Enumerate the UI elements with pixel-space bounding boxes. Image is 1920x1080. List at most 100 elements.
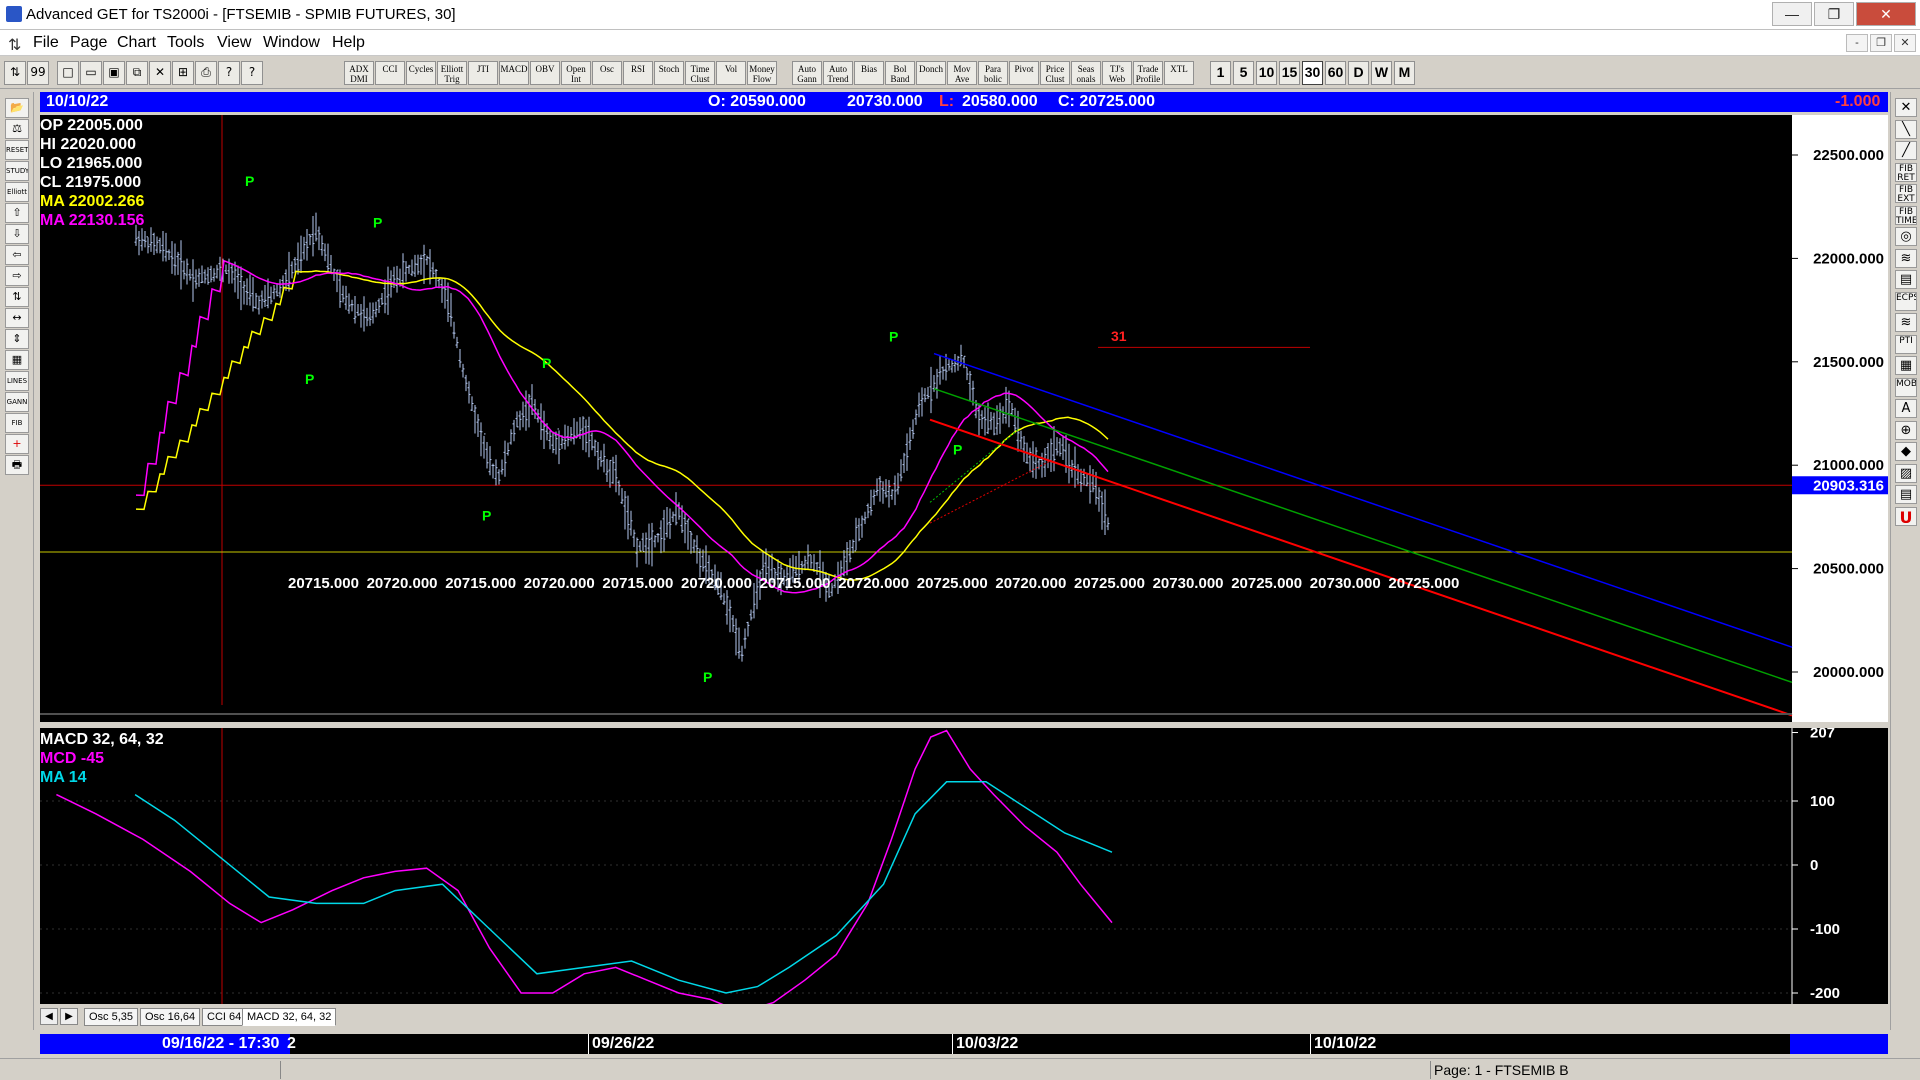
period-button-10[interactable]: 10 [1256, 61, 1277, 85]
price-chart-panel[interactable]: P P P P P P P P 31 20715.000 20720.000 20715.000 207… [40, 115, 1888, 722]
study-button-seas-onals[interactable]: Seas onals [1071, 61, 1101, 85]
study-button-elliott-trig[interactable]: Elliott Trig [437, 61, 467, 85]
period-button-15[interactable]: 15 [1279, 61, 1300, 85]
toolbar-icon-button[interactable]: ⎙ [195, 61, 217, 85]
tool-x[interactable]: ⇨ [5, 266, 29, 286]
toolbar-icon-button[interactable]: ⇅ [4, 61, 26, 85]
tool-x[interactable]: ✕ [1895, 98, 1917, 117]
tool-fib[interactable]: FIB [5, 413, 29, 433]
tab-prev-button[interactable]: ◀ [40, 1008, 58, 1025]
tool-pti[interactable]: PTI [1895, 334, 1917, 354]
period-button-60[interactable]: 60 [1325, 61, 1346, 85]
study-button-obv[interactable]: OBV [530, 61, 560, 85]
macd-panel[interactable]: 207 100 0 -100 -200 MACD 32, 64, 32 MCD -45 … [40, 728, 1888, 1004]
menu-page[interactable]: Page [70, 34, 107, 52]
document-icon[interactable]: ⇅ [8, 35, 21, 55]
tool-fib-ret[interactable]: FIB RET [1895, 162, 1917, 182]
close-button[interactable]: ✕ [1856, 2, 1916, 26]
study-button-jti[interactable]: JTI [468, 61, 498, 85]
tool-u[interactable]: U [1895, 506, 1917, 526]
tool-fib-time[interactable]: FIB TIME [1895, 205, 1917, 225]
toolbar-icon-button[interactable]: ⊞ [172, 61, 194, 85]
study-button-tj-s-web[interactable]: TJ's Web [1102, 61, 1132, 85]
study-button-osc[interactable]: Osc [592, 61, 622, 85]
tool-x[interactable]: ⇕ [5, 329, 29, 349]
toolbar-icon-button[interactable]: ▣ [103, 61, 125, 85]
tool-x[interactable]: ⇧ [5, 203, 29, 223]
mdi-minimize-button[interactable]: - [1846, 34, 1868, 52]
tool-x[interactable]: ╱ [1895, 141, 1917, 160]
tool-x[interactable]: ▦ [5, 350, 29, 370]
study-button-bol-band[interactable]: Bol Band [885, 61, 915, 85]
tool-elliott[interactable]: Elliott [5, 182, 29, 202]
tool-x[interactable]: ▨ [1895, 463, 1917, 483]
tool-gann[interactable]: GANN [5, 392, 29, 412]
toolbar-icon-button[interactable]: 99 [27, 61, 49, 85]
toolbar-icon-button[interactable]: ⧉ [126, 61, 148, 85]
menu-chart[interactable]: Chart [117, 34, 156, 52]
tool-x[interactable]: ⇩ [5, 224, 29, 244]
restore-button[interactable]: ❐ [1814, 2, 1854, 26]
tool-x[interactable]: 🖶 [5, 455, 29, 475]
study-button-donch[interactable]: Donch [916, 61, 946, 85]
toolbar-icon-button[interactable]: ✕ [149, 61, 171, 85]
tool-x[interactable]: ◎ [1895, 227, 1917, 246]
mdi-close-button[interactable]: ✕ [1894, 34, 1916, 52]
tool-x[interactable]: ↔ [5, 308, 29, 328]
study-button-macd[interactable]: MACD [499, 61, 529, 85]
study-button-open-int[interactable]: Open Int [561, 61, 591, 85]
study-button-adx-dmi[interactable]: ADX DMI [344, 61, 374, 85]
tool-a[interactable]: A [1895, 399, 1917, 418]
menu-view[interactable]: View [217, 34, 251, 52]
study-button-stoch[interactable]: Stoch [654, 61, 684, 85]
tool-x[interactable]: ⇦ [5, 245, 29, 265]
tool-x[interactable]: ⇅ [5, 287, 29, 307]
study-button-money-flow[interactable]: Money Flow [747, 61, 777, 85]
study-button-cci[interactable]: CCI [375, 61, 405, 85]
date-axis[interactable]: 09/16/22 - 17:30 2 09/26/22 10/03/22 10/… [40, 1034, 1888, 1054]
tab-cci-64[interactable]: CCI 64 [202, 1008, 247, 1026]
tab-osc-5-35[interactable]: Osc 5,35 [84, 1008, 139, 1026]
tool-x[interactable]: ◆ [1895, 442, 1917, 461]
menu-file[interactable]: File [33, 34, 59, 52]
period-button-5[interactable]: 5 [1233, 61, 1254, 85]
study-button-auto-trend[interactable]: Auto Trend [823, 61, 853, 85]
minimize-button[interactable]: — [1772, 2, 1812, 26]
toolbar-icon-button[interactable]: ▭ [80, 61, 102, 85]
tool-fib-ext[interactable]: FIB EXT [1895, 184, 1917, 203]
tool-x[interactable]: ▤ [1895, 485, 1917, 504]
tab-macd-32-64-32[interactable]: MACD 32, 64, 32 [242, 1008, 337, 1026]
study-button-mov-ave[interactable]: Mov Ave [947, 61, 977, 85]
study-button-bias[interactable]: Bias [854, 61, 884, 85]
toolbar-icon-button[interactable]: ? [218, 61, 240, 85]
tool-x[interactable]: ⚖ [5, 119, 29, 139]
tool-x[interactable]: + [5, 434, 29, 454]
toolbar-icon-button[interactable]: ? [241, 61, 263, 85]
period-button-30[interactable]: 30 [1302, 61, 1323, 85]
tool-x[interactable]: ⊕ [1895, 420, 1917, 440]
tool-x[interactable]: 📂 [5, 98, 29, 118]
tool-x[interactable]: ╲ [1895, 119, 1917, 139]
menu-help[interactable]: Help [332, 34, 365, 52]
study-button-cycles[interactable]: Cycles [406, 61, 436, 85]
tool-x[interactable]: ▤ [1895, 270, 1917, 289]
tool-lines[interactable]: LINES [5, 371, 29, 391]
study-button-rsi[interactable]: RSI [623, 61, 653, 85]
study-button-auto-gann[interactable]: Auto Gann [792, 61, 822, 85]
study-button-xtl[interactable]: XTL [1164, 61, 1194, 85]
tab-osc-16-64[interactable]: Osc 16,64 [140, 1008, 201, 1026]
period-button-1[interactable]: 1 [1210, 61, 1231, 85]
menu-tools[interactable]: Tools [167, 34, 204, 52]
price-axis[interactable] [1792, 115, 1888, 722]
tool-x[interactable]: ≋ [1895, 313, 1917, 332]
tool-ecps[interactable]: ECPS [1895, 291, 1917, 311]
tool-study[interactable]: STUDY [5, 161, 29, 181]
tool-x[interactable]: ≋ [1895, 248, 1917, 268]
tool-x[interactable]: ▦ [1895, 356, 1917, 375]
period-button-w[interactable]: W [1371, 61, 1392, 85]
study-button-trade-profile[interactable]: Trade Profile [1133, 61, 1163, 85]
tool-reset[interactable]: RESET [5, 140, 29, 160]
period-button-m[interactable]: M [1394, 61, 1415, 85]
toolbar-icon-button[interactable]: □ [57, 61, 79, 85]
period-button-d[interactable]: D [1348, 61, 1369, 85]
